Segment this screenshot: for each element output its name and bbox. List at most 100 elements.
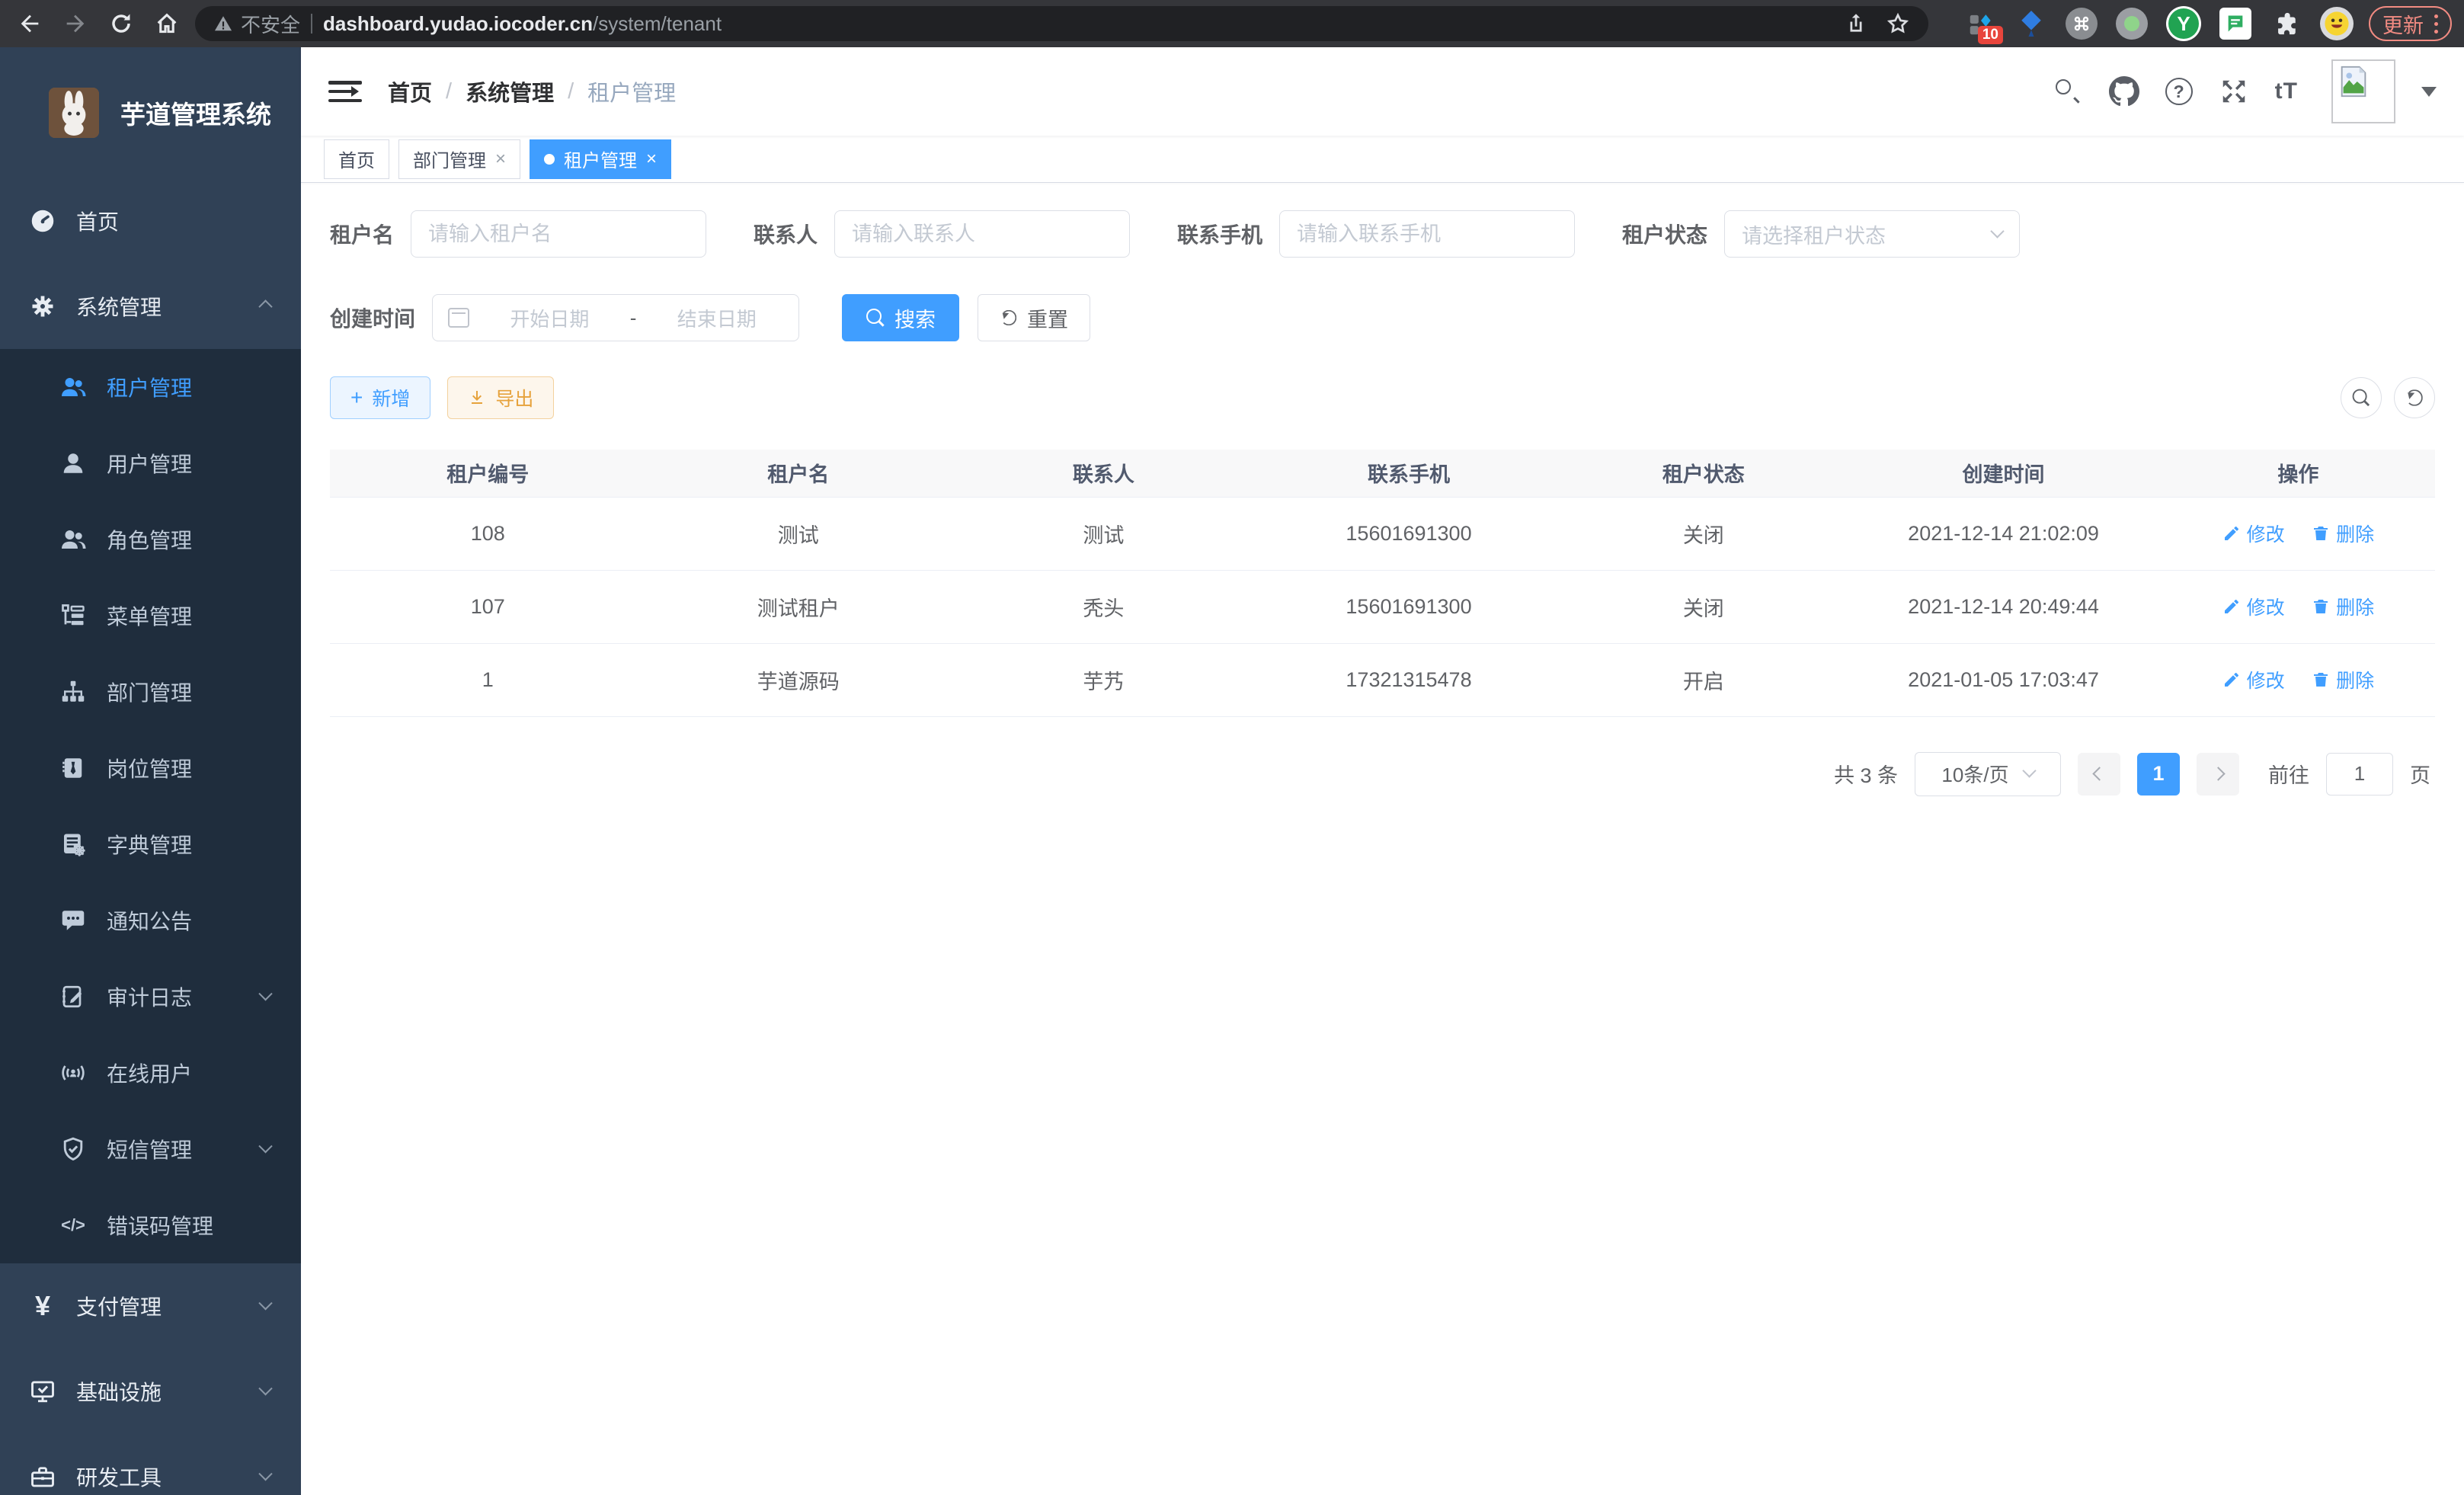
prev-page-button[interactable] xyxy=(2078,753,2120,796)
extension-chat-icon[interactable] xyxy=(2219,8,2251,40)
announcement-icon xyxy=(59,907,87,934)
add-button[interactable]: + 新增 xyxy=(330,376,430,419)
browser-back-icon[interactable] xyxy=(12,6,47,41)
export-button[interactable]: 导出 xyxy=(447,376,554,419)
breadcrumb-current: 租户管理 xyxy=(587,75,676,107)
fullscreen-icon[interactable] xyxy=(2219,76,2249,107)
edit-link[interactable]: 修改 xyxy=(2222,520,2285,547)
extension-kite-icon[interactable] xyxy=(2015,8,2047,40)
header-search-icon[interactable] xyxy=(2053,76,2083,107)
col-tenant-id: 租户编号 xyxy=(330,450,645,497)
hide-search-button[interactable] xyxy=(2341,377,2382,418)
goto-page-input[interactable] xyxy=(2326,753,2393,796)
tab-tenant[interactable]: 租户管理 × xyxy=(530,139,671,179)
breadcrumb-system[interactable]: 系统管理 xyxy=(466,75,554,107)
sidebar-item-user[interactable]: 用户管理 xyxy=(0,425,301,501)
browser-forward-icon[interactable] xyxy=(58,6,93,41)
sidebar-toggle-icon[interactable] xyxy=(328,76,362,107)
tab-dept[interactable]: 部门管理 × xyxy=(398,139,520,179)
sidebar-item-label: 支付管理 xyxy=(76,1291,162,1321)
tenant-name-input[interactable] xyxy=(411,210,706,258)
goto-label: 前往 xyxy=(2268,759,2309,789)
address-bar[interactable]: 不安全 dashboard.yudao.iocoder.cn/system/te… xyxy=(195,6,1928,41)
sidebar-item-system[interactable]: 系统管理 xyxy=(0,264,301,349)
menu-tree-icon xyxy=(59,602,87,629)
page-size-select[interactable]: 10条/页 xyxy=(1915,752,2061,796)
sidebar-item-home[interactable]: 首页 xyxy=(0,178,301,264)
edit-link[interactable]: 修改 xyxy=(2222,593,2285,620)
browser-home-icon[interactable] xyxy=(149,6,184,41)
delete-link[interactable]: 删除 xyxy=(2312,666,2374,693)
close-icon[interactable]: × xyxy=(646,149,657,170)
col-actions: 操作 xyxy=(2162,450,2435,497)
status-select[interactable]: 请选择租户状态 xyxy=(1724,210,2020,258)
chevron-down-icon xyxy=(258,1381,272,1395)
sidebar-item-sms[interactable]: 短信管理 xyxy=(0,1111,301,1187)
sidebar-item-error-code[interactable]: </> 错误码管理 xyxy=(0,1187,301,1263)
avatar-dropdown-caret[interactable] xyxy=(2421,87,2437,104)
extensions-puzzle-icon[interactable] xyxy=(2270,8,2302,40)
help-icon[interactable]: ? xyxy=(2165,78,2193,105)
breadcrumb-home[interactable]: 首页 xyxy=(388,75,432,107)
edit-link[interactable]: 修改 xyxy=(2222,666,2285,693)
sidebar-item-dept[interactable]: 部门管理 xyxy=(0,654,301,730)
table-row: 108 测试 测试 15601691300 关闭 2021-12-14 21:0… xyxy=(330,497,2435,570)
chevron-down-icon xyxy=(1990,224,2004,238)
sidebar-item-role[interactable]: 角色管理 xyxy=(0,501,301,578)
sidebar-item-label: 短信管理 xyxy=(107,1134,192,1164)
sidebar-item-dict[interactable]: 字典管理 xyxy=(0,806,301,882)
sidebar-item-tenant[interactable]: 租户管理 xyxy=(0,349,301,425)
extension-tasks-icon[interactable]: 10 xyxy=(1965,8,1997,40)
close-icon[interactable]: × xyxy=(495,149,506,170)
delete-link[interactable]: 删除 xyxy=(2312,593,2374,620)
extensions-row: 10 Y xyxy=(1965,6,2354,41)
extension-dot-icon[interactable] xyxy=(2116,8,2148,40)
github-icon[interactable] xyxy=(2109,76,2139,107)
delete-link[interactable]: 删除 xyxy=(2312,520,2374,547)
url-host: dashboard.yudao.iocoder.cn xyxy=(323,12,593,35)
sidebar-item-post[interactable]: 岗位管理 xyxy=(0,730,301,806)
reset-button[interactable]: 重置 xyxy=(978,294,1090,341)
sidebar-item-devtools[interactable]: 研发工具 xyxy=(0,1434,301,1495)
sidebar-item-online-users[interactable]: 在线用户 xyxy=(0,1035,301,1111)
user-avatar[interactable] xyxy=(2331,59,2395,123)
tab-home[interactable]: 首页 xyxy=(324,139,389,179)
search-button[interactable]: 搜索 xyxy=(842,294,959,341)
code-icon: </> xyxy=(59,1212,87,1239)
browser-menu-icon[interactable] xyxy=(2434,14,2438,34)
table-toolbar: + 新增 导出 xyxy=(330,376,2435,419)
col-created: 创建时间 xyxy=(1845,450,2161,497)
next-page-button[interactable] xyxy=(2197,753,2239,796)
sidebar-item-notice[interactable]: 通知公告 xyxy=(0,882,301,959)
security-status[interactable]: 不安全 xyxy=(213,10,300,38)
refresh-table-button[interactable] xyxy=(2394,377,2435,418)
calendar-icon xyxy=(448,308,469,328)
browser-update-button[interactable]: 更新 xyxy=(2369,6,2452,41)
breadcrumb-separator: / xyxy=(446,79,452,104)
extension-y-icon[interactable]: Y xyxy=(2166,6,2201,41)
extension-badge: 10 xyxy=(1978,26,2003,44)
font-size-icon[interactable]: tT xyxy=(2275,78,2298,104)
profile-avatar-icon[interactable] xyxy=(2320,7,2354,40)
sidebar-item-label: 租户管理 xyxy=(107,372,192,402)
start-date-placeholder[interactable]: 开始日期 xyxy=(483,304,616,332)
sidebar-item-label: 通知公告 xyxy=(107,905,192,936)
sidebar-item-infra[interactable]: 基础设施 xyxy=(0,1349,301,1434)
date-range-picker[interactable]: 开始日期 - 结束日期 xyxy=(432,294,799,341)
page-1-button[interactable]: 1 xyxy=(2137,753,2180,796)
sidebar-item-audit-log[interactable]: 审计日志 xyxy=(0,959,301,1035)
end-date-placeholder[interactable]: 结束日期 xyxy=(650,304,783,332)
browser-toolbar: 不安全 dashboard.yudao.iocoder.cn/system/te… xyxy=(0,0,2464,47)
sidebar-logo[interactable]: 芋道管理系统 xyxy=(0,47,301,178)
mobile-input[interactable] xyxy=(1279,210,1575,258)
chevron-down-icon xyxy=(258,987,272,1000)
extension-command-icon[interactable] xyxy=(2066,8,2098,40)
bookmark-star-icon[interactable] xyxy=(1886,11,1910,36)
gear-icon xyxy=(29,293,56,320)
share-icon[interactable] xyxy=(1845,12,1867,35)
sidebar-item-payment[interactable]: ¥ 支付管理 xyxy=(0,1263,301,1349)
contact-input[interactable] xyxy=(834,210,1130,258)
browser-reload-icon[interactable] xyxy=(104,6,139,41)
sidebar-item-menu[interactable]: 菜单管理 xyxy=(0,578,301,654)
trash-icon xyxy=(2312,597,2330,616)
